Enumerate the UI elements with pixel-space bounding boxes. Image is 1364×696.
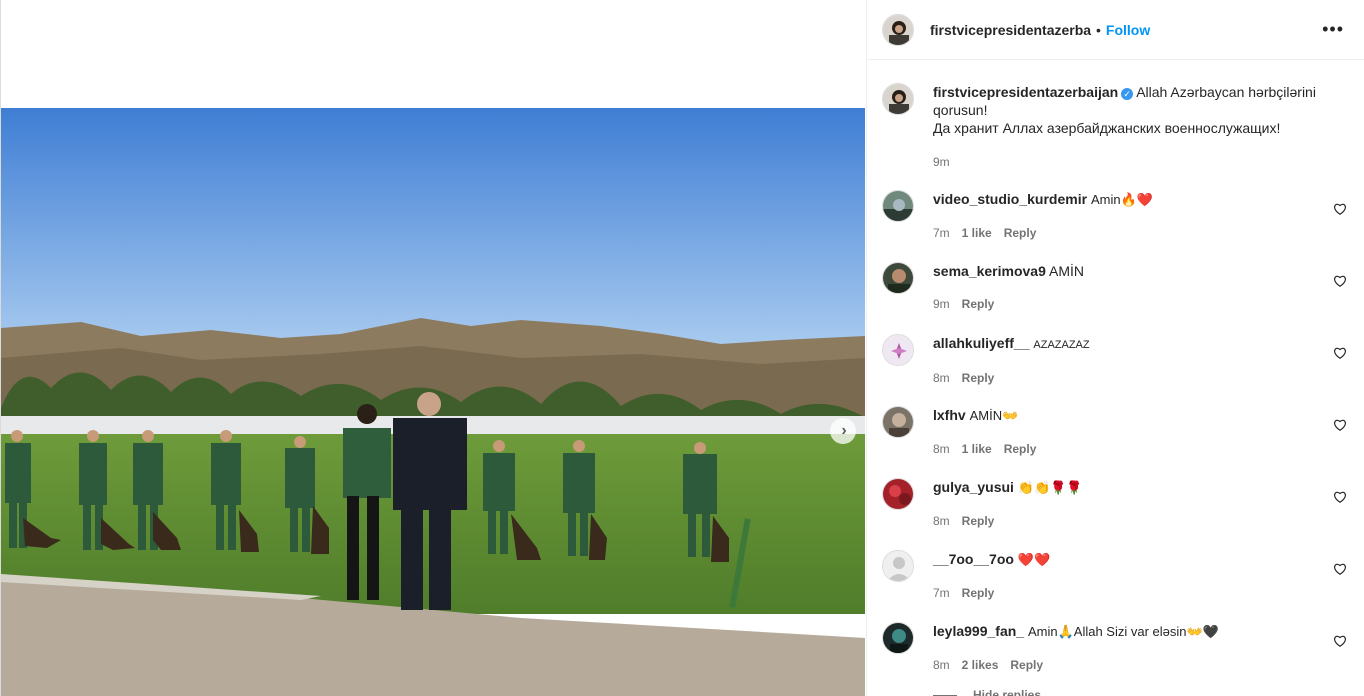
commenter-avatar[interactable] (882, 334, 914, 366)
comment-time: 9m (933, 297, 950, 311)
comment-item: sema_kerimova9 AMİN 9m Reply (882, 262, 1352, 322)
comment-time: 7m (933, 586, 950, 600)
post-caption: firstvicepresidentazerbaijan ✓ Allah Azərb… (882, 83, 1342, 171)
comment-item: gulya_yusui 👏👏🌹🌹 8m Reply (882, 478, 1352, 538)
follow-button[interactable]: Follow (1106, 22, 1150, 38)
reply-button[interactable]: Reply (1004, 226, 1037, 240)
heart-icon[interactable] (1333, 418, 1347, 432)
next-image-button[interactable]: › (830, 418, 856, 444)
more-options-icon[interactable]: ••• (1322, 20, 1344, 38)
post-photo[interactable] (1, 108, 865, 696)
comment-text: AMİN (1049, 263, 1084, 279)
comment-time: 8m (933, 514, 950, 528)
caption-meta: 9m (933, 153, 1342, 171)
comment-text: 👏👏🌹🌹 (1017, 480, 1083, 495)
commenter-avatar[interactable] (882, 262, 914, 294)
commenter-avatar[interactable] (882, 622, 914, 654)
chevron-right-icon: › (841, 422, 847, 439)
reply-button[interactable]: Reply (962, 297, 995, 311)
comment-text: Amin🔥❤️ (1090, 192, 1153, 207)
post-side-panel: firstvicepresidentazerbaijan • Follow ••… (866, 0, 1364, 696)
post-media-pane: › (0, 0, 865, 696)
comment-item: __7oo__7oo ❤️❤️ 7m Reply (882, 550, 1352, 610)
author-username[interactable]: firstvicepresidentazerbaijan (930, 22, 1092, 38)
comment-text: ❤️❤️ (1017, 552, 1051, 567)
comment-text: Amin🙏Allah Sizi var eləsin👐🖤 (1027, 624, 1219, 639)
comment-username[interactable]: leyla999_fan_ (933, 623, 1024, 639)
reply-button[interactable]: Reply (962, 514, 995, 528)
comment-time: 8m (933, 442, 950, 456)
comment-likes[interactable]: 1 like (962, 442, 992, 456)
verified-badge-icon: ✓ (1121, 88, 1134, 100)
comment-text: AMİN👐 (969, 408, 1019, 423)
caption-username[interactable]: firstvicepresidentazerbaijan (933, 84, 1118, 100)
comment-time: 8m (933, 371, 950, 385)
reply-button[interactable]: Reply (1004, 442, 1037, 456)
comment-time: 8m (933, 658, 950, 672)
comment-item: lxfhv AMİN👐 8m 1 like Reply (882, 406, 1352, 466)
comment-username[interactable]: lxfhv (933, 407, 966, 423)
heart-icon[interactable] (1333, 346, 1347, 360)
commenter-avatar[interactable] (882, 550, 914, 582)
heart-icon[interactable] (1333, 490, 1347, 504)
heart-icon[interactable] (1333, 202, 1347, 216)
reply-button[interactable]: Reply (1010, 658, 1043, 672)
caption-text-line2: Да хранит Аллах азербайджанских военносл… (933, 120, 1281, 136)
caption-time: 9m (933, 155, 950, 169)
hide-replies-button[interactable]: Hide replies (933, 688, 1041, 696)
comment-item: video_studio_kurdemir Amin🔥❤️ 7m 1 like Re… (882, 190, 1352, 250)
comment-username[interactable]: allahkuliyeff__ (933, 335, 1030, 351)
comment-text: AZAZAZAZ (1033, 339, 1090, 351)
commenter-avatar[interactable] (882, 190, 914, 222)
comment-item: leyla999_fan_ Amin🙏Allah Sizi var eləsin… (882, 622, 1352, 682)
heart-icon[interactable] (1333, 274, 1347, 288)
comment-username[interactable]: __7oo__7oo (933, 551, 1014, 567)
comment-username[interactable]: gulya_yusui (933, 479, 1014, 495)
author-avatar[interactable] (882, 83, 914, 115)
comment-likes[interactable]: 2 likes (962, 658, 999, 672)
author-avatar[interactable] (882, 13, 914, 46)
commenter-avatar[interactable] (882, 406, 914, 438)
comment-likes[interactable]: 1 like (962, 226, 992, 240)
separator-dot: • (1096, 21, 1101, 38)
heart-icon[interactable] (1333, 562, 1347, 576)
post-header: firstvicepresidentazerbaijan • Follow ••… (867, 0, 1364, 60)
comment-time: 7m (933, 226, 950, 240)
comment-username[interactable]: sema_kerimova9 (933, 263, 1046, 279)
comment-item: allahkuliyeff__ AZAZAZAZ 8m Reply (882, 334, 1352, 394)
reply-button[interactable]: Reply (962, 586, 995, 600)
reply-button[interactable]: Reply (962, 371, 995, 385)
comment-username[interactable]: video_studio_kurdemir (933, 191, 1087, 207)
heart-icon[interactable] (1333, 634, 1347, 648)
commenter-avatar[interactable] (882, 478, 914, 510)
